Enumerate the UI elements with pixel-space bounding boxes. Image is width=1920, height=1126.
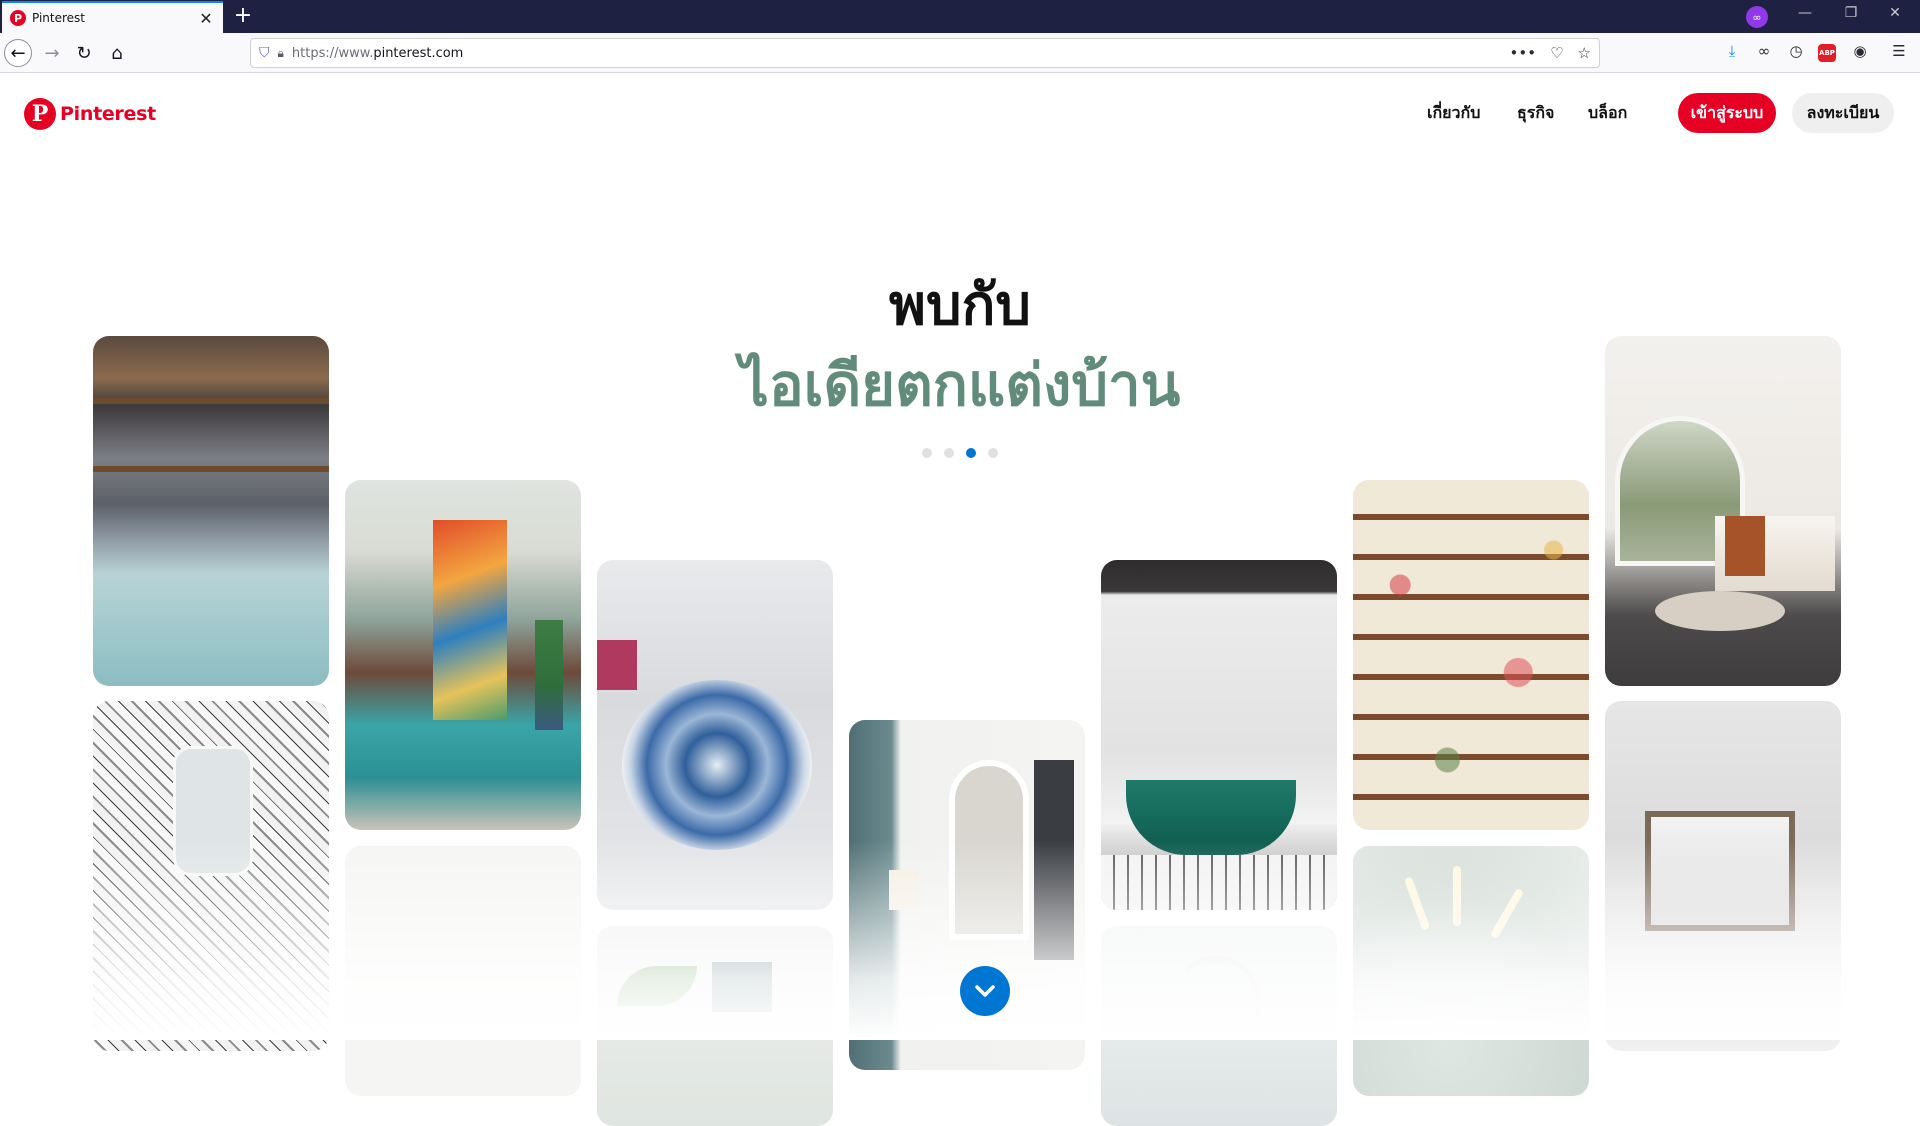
pin-arched-window-bedroom[interactable]: [1605, 336, 1841, 686]
shield-icon[interactable]: ⛉: [259, 45, 270, 61]
site-header: P Pinterest เกี่ยวกับ ธุรกิจ บล็อก เข้าส…: [0, 73, 1920, 159]
back-arrow-icon[interactable]: ←: [4, 39, 32, 67]
download-icon[interactable]: ⤓: [1721, 42, 1743, 60]
abp-icon[interactable]: ABP: [1818, 44, 1836, 62]
scroll-down-button[interactable]: [960, 966, 1010, 1016]
forward-arrow-icon[interactable]: →: [38, 39, 66, 67]
carousel-dot[interactable]: [944, 448, 954, 458]
pinterest-logo-icon: P: [24, 98, 56, 130]
chevron-down-icon: [975, 985, 995, 997]
carousel-dot[interactable]: [922, 448, 932, 458]
browser-tab[interactable]: P Pinterest ✕: [2, 1, 223, 33]
plant-graphic: [535, 620, 563, 730]
close-tab-icon[interactable]: ✕: [197, 9, 215, 28]
star-icon[interactable]: ☆: [1578, 44, 1591, 62]
nav-business-link[interactable]: ธุรกิจ: [1517, 101, 1554, 126]
minimize-window-button[interactable]: —: [1790, 5, 1820, 21]
restore-window-button[interactable]: ❐: [1836, 5, 1866, 21]
more-icon[interactable]: •••: [1510, 44, 1537, 62]
nav-blog-link[interactable]: บล็อก: [1588, 101, 1627, 126]
reload-icon[interactable]: ↻: [70, 39, 98, 67]
url-text[interactable]: https://www.pinterest.com: [292, 46, 1496, 61]
shelf-graphic: [93, 398, 329, 404]
signup-button[interactable]: ลงทะเบียน: [1792, 93, 1894, 133]
pocket-icon[interactable]: ♡: [1550, 44, 1563, 62]
new-tab-button[interactable]: +: [231, 4, 255, 28]
pin-teal-bedroom[interactable]: [345, 480, 581, 830]
tab-title: Pinterest: [32, 11, 86, 25]
hamburger-menu-icon[interactable]: ☰: [1888, 42, 1910, 60]
logo-text: Pinterest: [60, 103, 156, 125]
shelf-graphic: [93, 466, 329, 472]
blanket-graphic: [1725, 516, 1765, 576]
private-browsing-icon: ∞: [1746, 6, 1768, 28]
carousel-dot[interactable]: [988, 448, 998, 458]
towel-graphic: [597, 640, 637, 690]
pin-floral-stairs[interactable]: [1353, 480, 1589, 830]
lock-icon[interactable]: 🔒︎: [278, 46, 284, 61]
bottom-fade-overlay: [0, 840, 1920, 1040]
clock-icon[interactable]: ◷: [1785, 42, 1807, 60]
glasses-icon[interactable]: ∞: [1753, 42, 1775, 60]
browser-titlebar: P Pinterest ✕ + ∞ — ❐ ✕: [0, 0, 1920, 33]
painting-graphic: [433, 520, 507, 720]
carousel-indicator: [922, 448, 998, 458]
pinterest-favicon-icon: P: [10, 10, 26, 26]
nav-about-link[interactable]: เกี่ยวกับ: [1427, 101, 1480, 126]
login-button[interactable]: เข้าสู่ระบบ: [1678, 93, 1776, 133]
close-window-button[interactable]: ✕: [1880, 5, 1910, 21]
home-icon[interactable]: ⌂: [103, 39, 131, 67]
floral-pattern-graphic: [1353, 480, 1589, 830]
carousel-dot-active[interactable]: [966, 448, 976, 458]
browser-toolbar: ← → ↻ ⌂ ⛉ 🔒︎ https://www.pinterest.com •…: [0, 33, 1920, 73]
pin-kitchen-tiles[interactable]: [93, 336, 329, 686]
rug-graphic: [1655, 591, 1785, 631]
extension-icon[interactable]: ◉: [1849, 42, 1871, 60]
address-bar[interactable]: ⛉ 🔒︎ https://www.pinterest.com ••• ♡ ☆: [250, 38, 1600, 68]
sink-bowl-graphic: [622, 680, 812, 850]
pinterest-logo[interactable]: P Pinterest: [24, 98, 156, 130]
